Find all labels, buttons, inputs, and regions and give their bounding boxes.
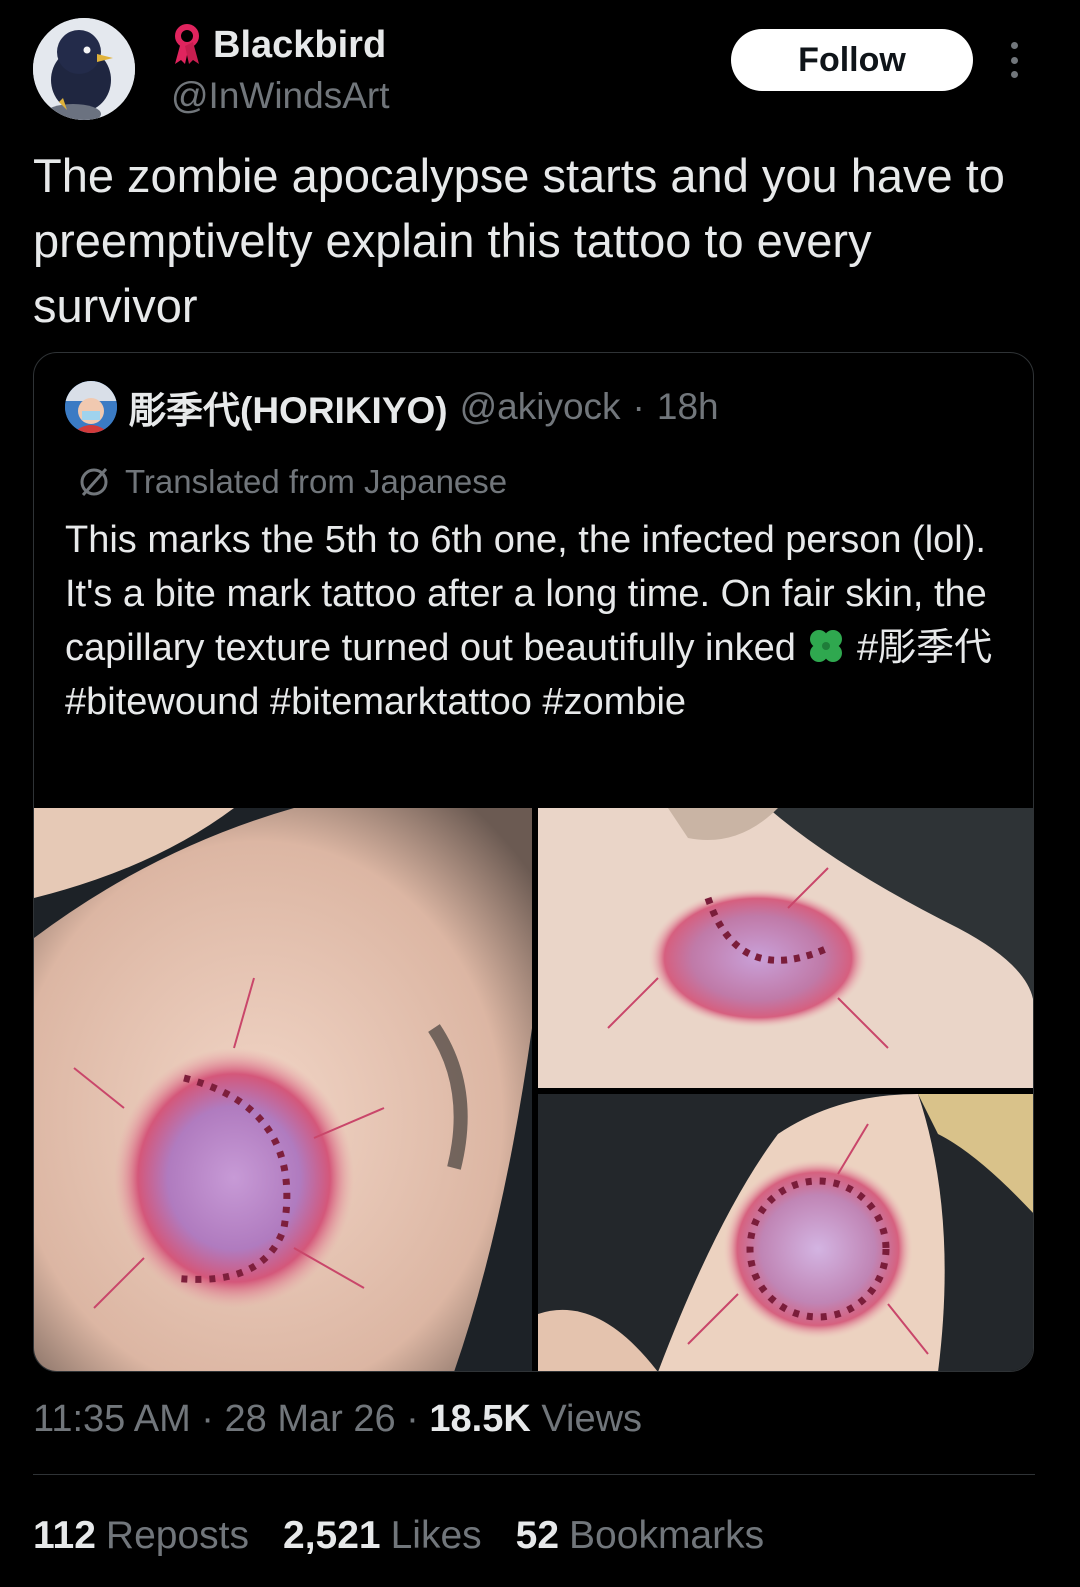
likes-stat[interactable]: 2,521 Likes (283, 1510, 482, 1562)
bookmarks-stat[interactable]: 52 Bookmarks (516, 1510, 764, 1562)
author-avatar[interactable] (33, 18, 135, 120)
media-grid (34, 808, 1033, 1371)
follow-button[interactable]: Follow (731, 29, 973, 91)
divider (33, 1474, 1035, 1475)
views-count: 18.5K (429, 1398, 531, 1440)
quoted-tweet[interactable]: 彫季代(HORIKIYO) @akiyock · 18h Translated … (33, 352, 1034, 1372)
four-leaf-clover-icon (806, 626, 846, 666)
translated-note[interactable]: Translated from Japanese (77, 463, 507, 501)
bookmarks-count: 52 (515, 1514, 560, 1557)
reposts-count: 112 (33, 1514, 96, 1557)
likes-count: 2,521 (283, 1514, 381, 1557)
quoted-author-avatar[interactable] (65, 381, 117, 433)
quoted-text-part-1: This marks the 5th to 6th one, the infec… (65, 519, 987, 669)
reposts-stat[interactable]: 112 Reposts (33, 1510, 249, 1562)
engagement-stats: 112 Reposts 2,521 Likes 52 Bookmarks (33, 1510, 764, 1562)
views-label: Views (541, 1398, 643, 1440)
quoted-tweet-text: This marks the 5th to 6th one, the infec… (65, 513, 1015, 729)
author-display-name[interactable]: Blackbird (213, 20, 386, 70)
ribbon-icon (171, 24, 203, 66)
translated-label: Translated from Japanese (125, 463, 508, 500)
bookmarks-label: Bookmarks (569, 1514, 765, 1557)
quoted-time[interactable]: 18h (657, 386, 719, 428)
more-vertical-icon[interactable] (999, 38, 1029, 82)
tweet-header: Blackbird @InWindsArt Follow (33, 18, 1047, 122)
tweet-time[interactable]: 11:35 AM (33, 1398, 191, 1440)
tweet-text: The zombie apocalypse starts and you hav… (33, 149, 1005, 332)
meta-separator: · (201, 1398, 214, 1440)
translate-icon (77, 465, 111, 499)
quoted-separator: · (632, 386, 645, 427)
author-info: Blackbird @InWindsArt (171, 20, 390, 120)
reposts-label: Reposts (105, 1514, 249, 1557)
author-handle[interactable]: @InWindsArt (171, 72, 390, 120)
quoted-author-display-name[interactable]: 彫季代(HORIKIYO) (129, 380, 448, 434)
media-photo-2[interactable] (538, 808, 1033, 1088)
tweet-date[interactable]: 28 Mar 26 (225, 1398, 396, 1440)
likes-label: Likes (390, 1514, 482, 1557)
quoted-tweet-header: 彫季代(HORIKIYO) @akiyock · 18h (65, 381, 719, 433)
media-photo-1[interactable] (34, 808, 532, 1371)
tweet-meta: 11:35 AM · 28 Mar 26 · 18.5K Views (33, 1394, 642, 1444)
quoted-author-handle[interactable]: @akiyock (460, 386, 621, 428)
meta-separator: · (406, 1398, 419, 1440)
media-photo-3[interactable] (538, 1094, 1033, 1371)
